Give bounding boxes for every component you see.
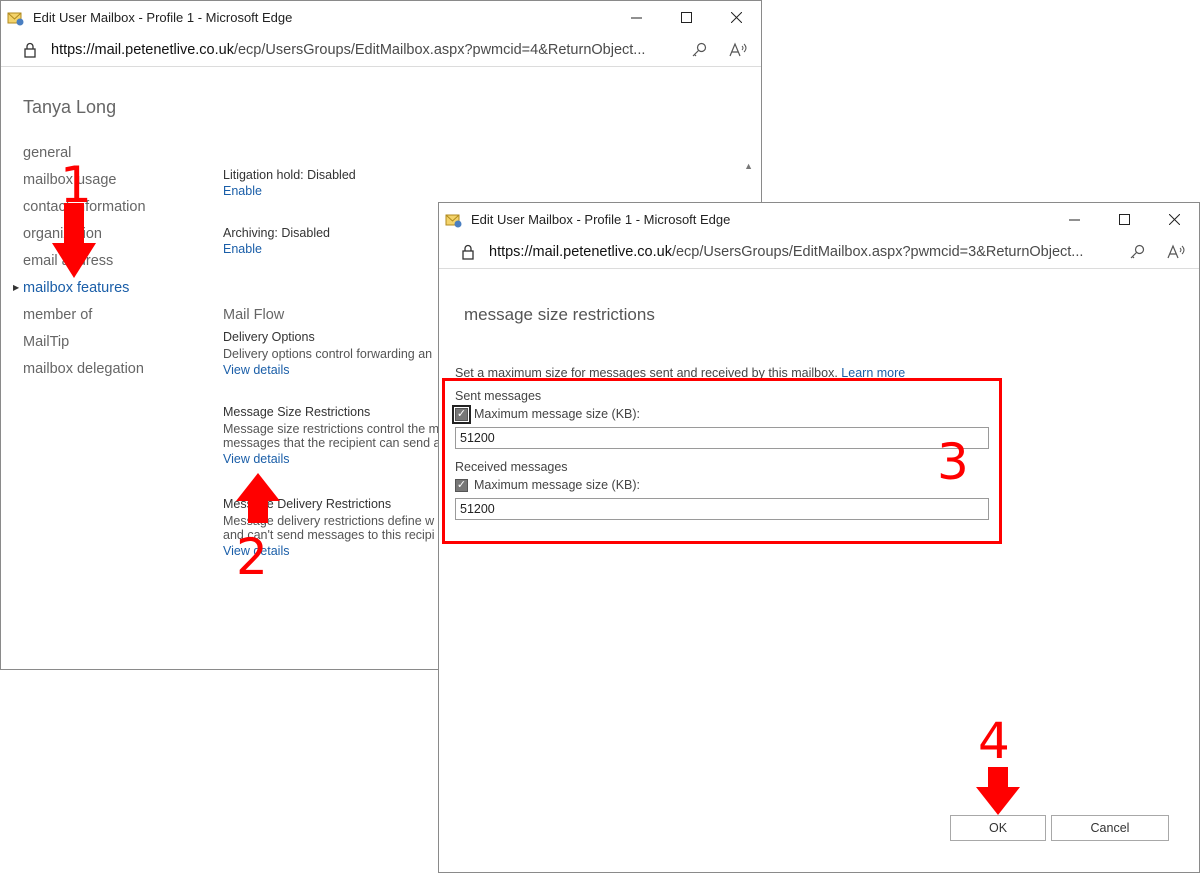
message-size-view-details-link[interactable]: View details	[223, 452, 441, 466]
nav-item-member-of[interactable]: member of	[23, 306, 146, 333]
litigation-enable-link[interactable]: Enable	[223, 184, 356, 198]
minimize-icon	[630, 17, 642, 19]
archiving-section: Archiving: Disabled Enable	[223, 226, 330, 256]
mail-flow-title: Mail Flow	[223, 307, 285, 323]
dialog-url-text[interactable]: https://mail.petenetlive.co.uk/ecp/Users…	[489, 244, 1083, 260]
cancel-button[interactable]: Cancel	[1051, 815, 1169, 841]
dialog-heading: message size restrictions	[464, 305, 655, 324]
minimize-icon	[1068, 219, 1080, 221]
annotation-highlight-box	[442, 378, 1002, 544]
main-titlebar: Edit User Mailbox - Profile 1 - Microsof…	[1, 1, 761, 34]
dialog-mailbox-app-icon	[445, 214, 462, 227]
read-aloud-icon[interactable]	[729, 42, 747, 58]
main-address-bar[interactable]: https://mail.petenetlive.co.uk/ecp/Users…	[1, 34, 761, 67]
dialog-content: message size restrictions Set a maximum …	[439, 269, 1199, 872]
nav-item-mailbox-features[interactable]: mailbox features	[23, 279, 146, 306]
annotation-arrow-down-1-icon	[52, 203, 96, 278]
annotation-step-2: 2	[236, 528, 268, 586]
dialog-maximize-button[interactable]	[1099, 203, 1149, 236]
litigation-hold-status: Litigation hold: Disabled	[223, 168, 356, 182]
close-button[interactable]	[711, 1, 761, 34]
message-size-desc-2: messages that the recipient can send a	[223, 436, 441, 450]
main-window-title: Edit User Mailbox - Profile 1 - Microsof…	[33, 10, 293, 25]
user-display-name: Tanya Long	[23, 97, 117, 117]
dialog-minimize-button[interactable]	[1049, 203, 1099, 236]
active-caret-icon: ▶	[13, 283, 20, 292]
dialog-address-bar[interactable]: https://mail.petenetlive.co.uk/ecp/Users…	[439, 236, 1199, 269]
annotation-arrow-down-4-icon	[976, 767, 1020, 815]
maximize-icon	[1118, 214, 1130, 225]
annotation-step-3: 3	[937, 433, 969, 491]
dialog-close-button[interactable]	[1149, 203, 1199, 236]
archiving-status: Archiving: Disabled	[223, 226, 330, 240]
mailbox-app-icon	[7, 12, 24, 25]
key-icon[interactable]	[1129, 244, 1145, 260]
delivery-options-section: Delivery Options Delivery options contro…	[223, 330, 432, 377]
close-icon	[730, 12, 742, 23]
key-icon[interactable]	[691, 42, 707, 58]
ok-button[interactable]: OK	[950, 815, 1046, 841]
lock-icon	[462, 244, 474, 260]
delivery-view-details-link[interactable]: View details	[223, 363, 432, 377]
message-size-desc-1: Message size restrictions control the m	[223, 422, 440, 436]
message-size-heading: Message Size Restrictions	[223, 405, 371, 419]
read-aloud-icon[interactable]	[1167, 244, 1185, 260]
maximize-button[interactable]	[661, 1, 711, 34]
dialog-window-title: Edit User Mailbox - Profile 1 - Microsof…	[471, 212, 731, 227]
annotation-arrow-up-2-icon	[236, 473, 280, 523]
litigation-hold-section: Litigation hold: Disabled Enable	[223, 168, 356, 198]
delivery-options-heading: Delivery Options	[223, 330, 315, 344]
scroll-up-arrow-icon[interactable]: ▲	[744, 161, 753, 171]
minimize-button[interactable]	[611, 1, 661, 34]
nav-item-mailbox-delegation[interactable]: mailbox delegation	[23, 360, 146, 387]
annotation-step-4: 4	[978, 712, 1010, 770]
dialog-titlebar: Edit User Mailbox - Profile 1 - Microsof…	[439, 203, 1199, 236]
lock-icon	[24, 42, 36, 58]
nav-item-mailtip[interactable]: MailTip	[23, 333, 146, 360]
archiving-enable-link[interactable]: Enable	[223, 242, 330, 256]
delivery-options-desc: Delivery options control forwarding an	[223, 347, 433, 361]
main-url-text[interactable]: https://mail.petenetlive.co.uk/ecp/Users…	[51, 42, 645, 58]
maximize-icon	[680, 12, 692, 23]
message-size-section: Message Size Restrictions Message size r…	[223, 405, 441, 466]
close-icon	[1168, 214, 1180, 225]
